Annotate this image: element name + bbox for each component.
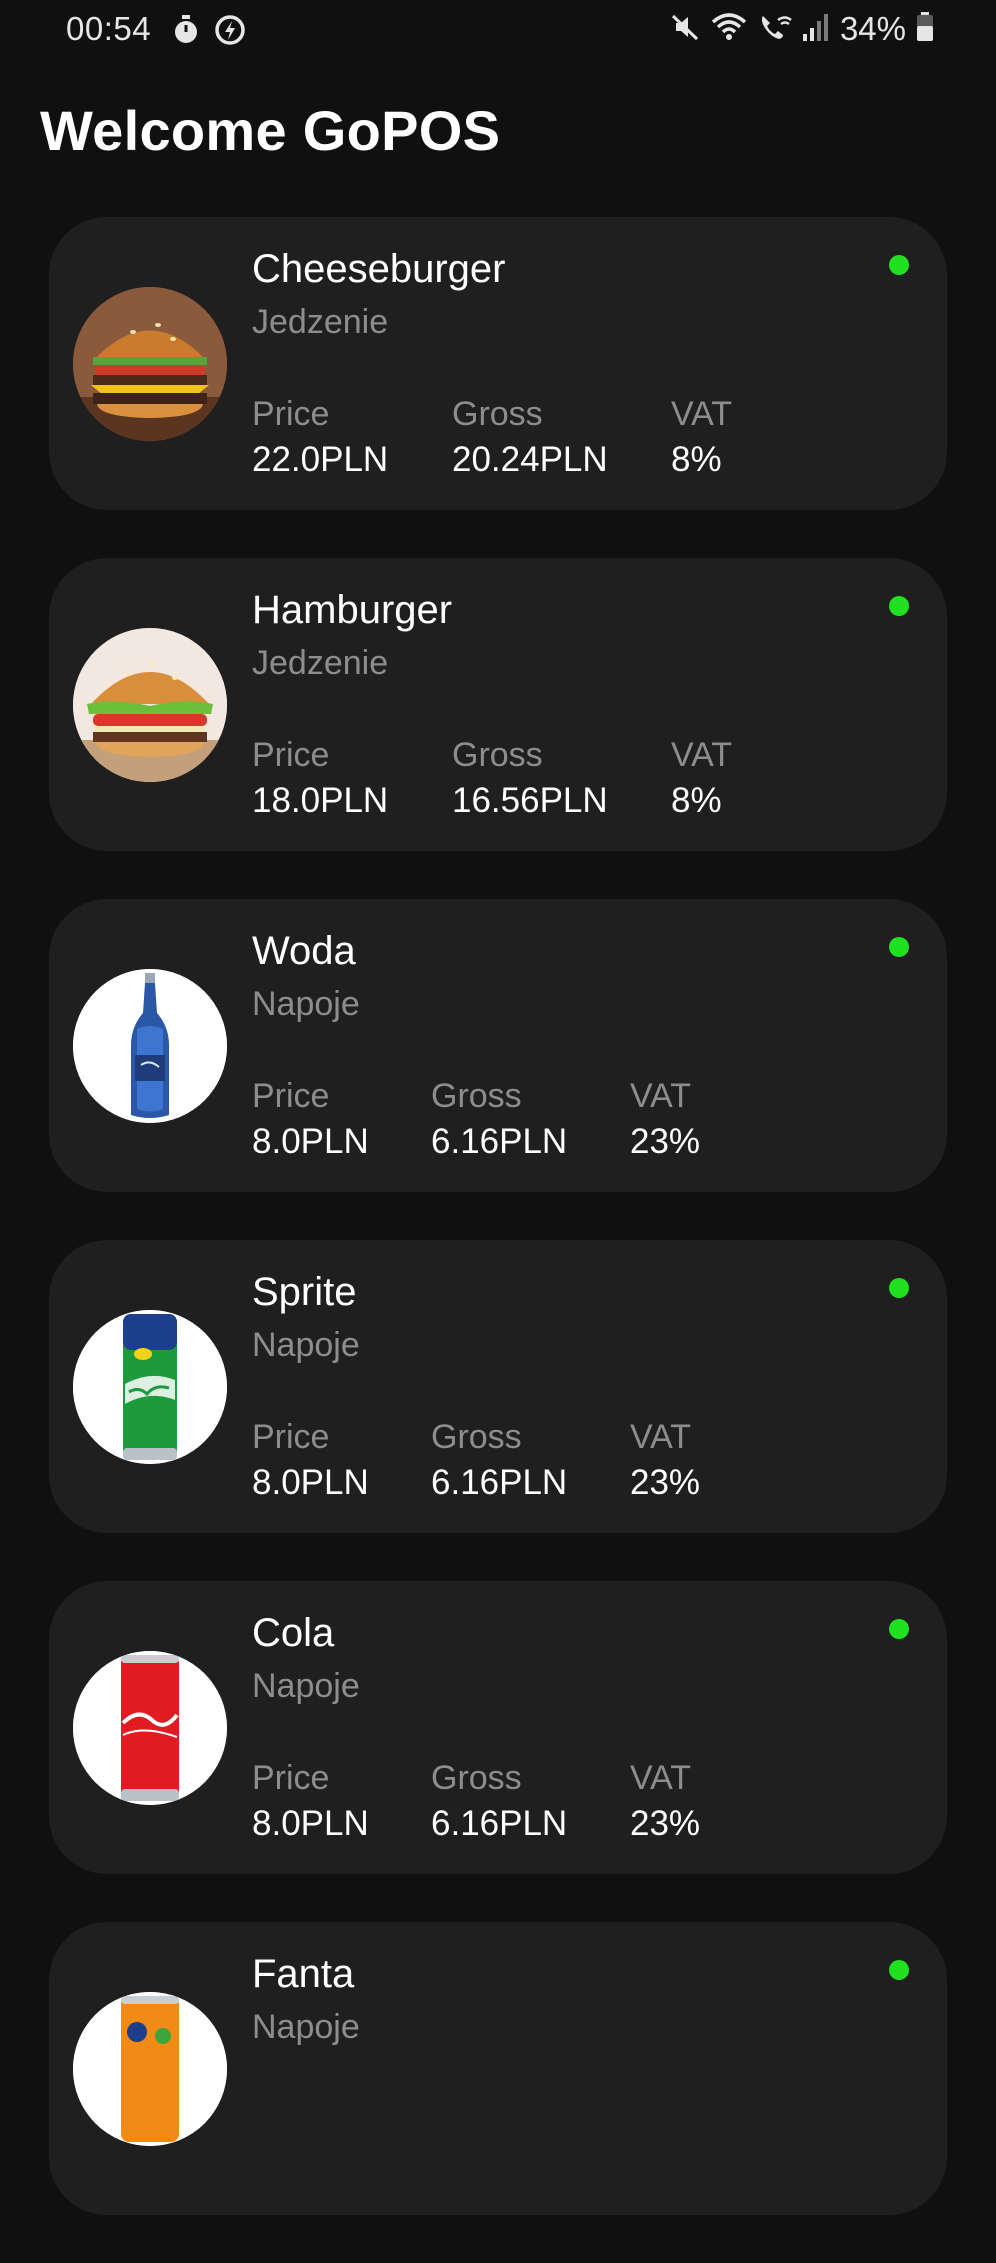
timer-icon	[170, 14, 202, 51]
status-dot	[889, 1960, 909, 1980]
mute-icon	[670, 12, 700, 47]
product-card[interactable]: Cola Napoje Price 8.0PLN Gross 6.16PLN V…	[49, 1581, 947, 1874]
status-left-icons	[170, 14, 246, 51]
product-list: Cheeseburger Jedzenie Price 22.0PLN Gros…	[49, 217, 947, 2263]
product-category: Napoje	[252, 1667, 360, 1705]
status-bar: 00:54 34%	[0, 0, 996, 62]
gross-label: Gross	[431, 1418, 522, 1456]
status-time: 00:54	[66, 10, 152, 47]
product-category: Jedzenie	[252, 644, 389, 682]
price-label: Price	[252, 395, 330, 433]
gross-value: 20.24PLN	[452, 440, 608, 479]
wifi-icon	[710, 12, 748, 47]
vat-stat: VAT 23%	[630, 1416, 700, 1508]
status-dot	[889, 937, 909, 957]
product-category: Jedzenie	[252, 303, 389, 341]
gross-label: Gross	[452, 736, 543, 774]
vat-value: 23%	[630, 1122, 701, 1161]
vat-stat: VAT 23%	[630, 1075, 700, 1167]
cola-can-image	[73, 1651, 227, 1805]
product-card[interactable]: Hamburger Jedzenie Price 18.0PLN Gross 1…	[49, 558, 947, 851]
hamburger-image	[73, 628, 227, 782]
vat-value: 23%	[630, 1463, 701, 1502]
product-name: Hamburger	[252, 588, 453, 632]
gross-value: 6.16PLN	[431, 1463, 568, 1502]
status-dot	[889, 1278, 909, 1298]
gross-label: Gross	[431, 1759, 522, 1797]
product-card[interactable]: Sprite Napoje Price 8.0PLN Gross 6.16PLN…	[49, 1240, 947, 1533]
product-card[interactable]: Cheeseburger Jedzenie Price 22.0PLN Gros…	[49, 217, 947, 510]
status-right-icons: 34%	[670, 10, 934, 48]
price-value: 18.0PLN	[252, 781, 389, 820]
sprite-can-image	[73, 1310, 227, 1464]
signal-icon	[802, 12, 830, 47]
battery-percent: 34%	[839, 10, 906, 47]
price-label: Price	[252, 736, 330, 774]
product-name: Cheeseburger	[252, 247, 506, 291]
price-value: 8.0PLN	[252, 1804, 369, 1843]
product-name: Fanta	[252, 1952, 355, 1996]
status-dot	[889, 596, 909, 616]
water-bottle-image	[73, 969, 227, 1123]
vat-value: 8%	[671, 440, 722, 479]
vat-label: VAT	[630, 1759, 692, 1797]
vat-label: VAT	[671, 736, 733, 774]
vat-label: VAT	[630, 1077, 692, 1115]
price-label: Price	[252, 1418, 330, 1456]
price-label: Price	[252, 1759, 330, 1797]
vat-label: VAT	[671, 395, 733, 433]
gross-stat: Gross 20.24PLN	[452, 393, 608, 485]
status-dot	[889, 255, 909, 275]
product-name: Sprite	[252, 1270, 357, 1314]
price-stat: Price 22.0PLN	[252, 393, 388, 485]
vat-stat: VAT 8%	[671, 734, 732, 826]
gross-label: Gross	[452, 395, 543, 433]
status-dot	[889, 1619, 909, 1639]
product-card[interactable]: Fanta Napoje	[49, 1922, 947, 2215]
battery-icon	[916, 11, 934, 47]
price-stat: Price 8.0PLN	[252, 1757, 369, 1849]
product-category: Napoje	[252, 985, 360, 1023]
price-stat: Price 8.0PLN	[252, 1416, 369, 1508]
vat-stat: VAT 8%	[671, 393, 732, 485]
price-value: 22.0PLN	[252, 440, 389, 479]
gross-label: Gross	[431, 1077, 522, 1115]
vat-label: VAT	[630, 1418, 692, 1456]
gross-stat: Gross 16.56PLN	[452, 734, 608, 826]
vat-value: 8%	[671, 781, 722, 820]
vat-value: 23%	[630, 1804, 701, 1843]
price-stat: Price 8.0PLN	[252, 1075, 369, 1167]
gross-value: 6.16PLN	[431, 1122, 568, 1161]
product-name: Cola	[252, 1611, 335, 1655]
price-value: 8.0PLN	[252, 1463, 369, 1502]
power-saving-icon	[214, 14, 246, 51]
gross-stat: Gross 6.16PLN	[431, 1757, 567, 1849]
cheeseburger-image	[73, 287, 227, 441]
fanta-can-image	[73, 1992, 227, 2146]
gross-stat: Gross 6.16PLN	[431, 1075, 567, 1167]
product-card[interactable]: Woda Napoje Price 8.0PLN Gross 6.16PLN V…	[49, 899, 947, 1192]
price-value: 8.0PLN	[252, 1122, 369, 1161]
vat-stat: VAT 23%	[630, 1757, 700, 1849]
price-stat: Price 18.0PLN	[252, 734, 388, 826]
gross-stat: Gross 6.16PLN	[431, 1416, 567, 1508]
product-category: Napoje	[252, 1326, 360, 1364]
gross-value: 16.56PLN	[452, 781, 608, 820]
price-label: Price	[252, 1077, 330, 1115]
page-title: Welcome GoPOS	[40, 99, 501, 162]
product-category: Napoje	[252, 2008, 360, 2046]
wifi-calling-icon	[758, 12, 792, 47]
product-name: Woda	[252, 929, 356, 973]
gross-value: 6.16PLN	[431, 1804, 568, 1843]
